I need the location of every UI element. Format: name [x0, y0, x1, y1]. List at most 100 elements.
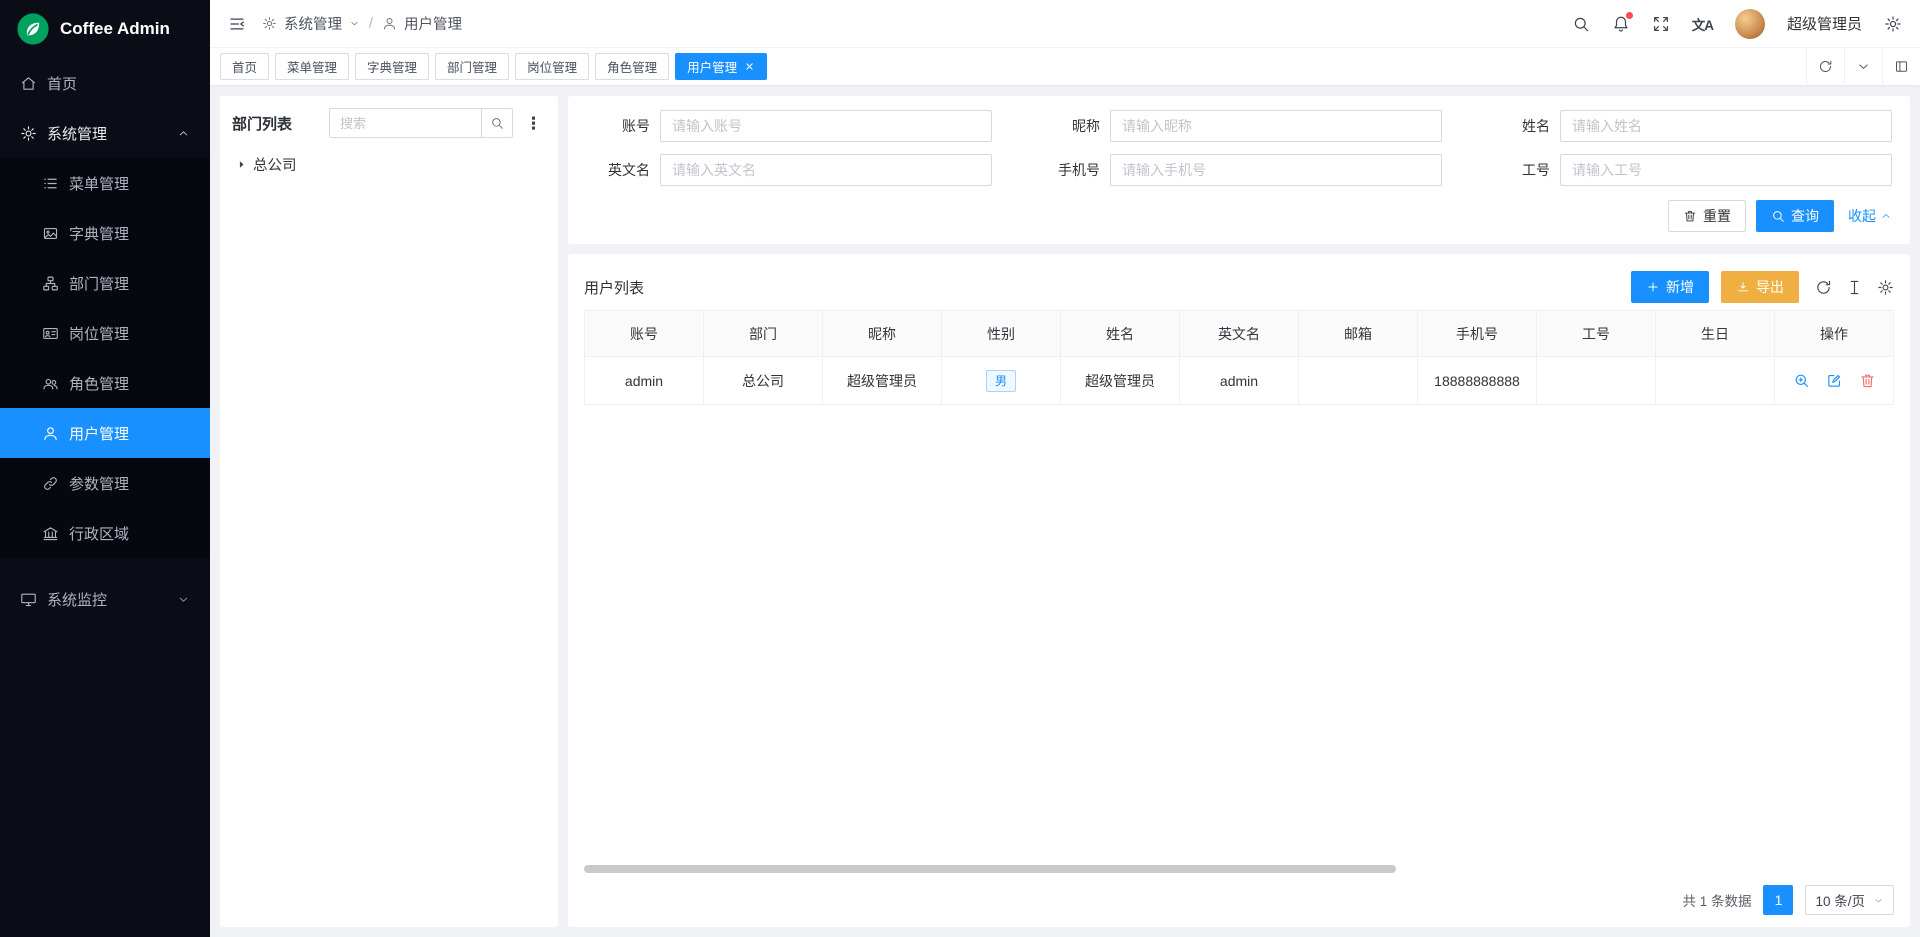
horizontal-scrollbar[interactable] [584, 865, 1396, 873]
chevron-down-icon[interactable] [349, 18, 360, 29]
link-icon [42, 475, 59, 492]
field-job-no: 工号 [1486, 154, 1892, 186]
sidebar-item-region[interactable]: 行政区域 [0, 508, 210, 558]
field-nickname: 昵称 [1036, 110, 1442, 142]
sidebar-item-dept-mgmt[interactable]: 部门管理 [0, 258, 210, 308]
sidebar-item-param-mgmt[interactable]: 参数管理 [0, 458, 210, 508]
tab-dropdown-chevron-icon[interactable] [1844, 48, 1882, 85]
tab-bar: 首页 菜单管理 字典管理 部门管理 岗位管理 角色管理 用户管理 [210, 48, 1920, 86]
fullscreen-icon[interactable] [1652, 15, 1670, 33]
tab-dept-mgmt[interactable]: 部门管理 [435, 53, 509, 80]
field-phone: 手机号 [1036, 154, 1442, 186]
app-logo: Coffee Admin [0, 0, 210, 58]
notification-bell-icon[interactable] [1612, 15, 1630, 33]
export-icon [1736, 280, 1750, 294]
tab-post-mgmt[interactable]: 岗位管理 [515, 53, 589, 80]
tab-menu-mgmt[interactable]: 菜单管理 [275, 53, 349, 80]
current-user-name[interactable]: 超级管理员 [1787, 13, 1862, 34]
tab-user-mgmt[interactable]: 用户管理 [675, 53, 767, 80]
more-dots-icon[interactable]: ⋮ [521, 115, 546, 132]
filter-actions: 重置 查询 收起 [586, 200, 1892, 232]
export-button[interactable]: 导出 [1721, 271, 1799, 303]
page-size-select[interactable]: 10 条/页 [1805, 885, 1894, 915]
sidebar-item-post-mgmt[interactable]: 岗位管理 [0, 308, 210, 358]
sidebar-item-home[interactable]: 首页 [0, 58, 210, 108]
sidebar-item-user-mgmt[interactable]: 用户管理 [0, 408, 210, 458]
collapse-filter-button[interactable]: 收起 [1848, 206, 1892, 226]
col-email: 邮箱 [1299, 311, 1418, 357]
caret-right-icon [236, 159, 247, 170]
cell-email [1299, 357, 1418, 405]
tree-node-root[interactable]: 总公司 [232, 152, 546, 177]
edit-icon[interactable] [1826, 372, 1843, 389]
gear-icon [20, 125, 37, 142]
cell-gender: 男 [942, 357, 1061, 405]
chevron-down-icon [1873, 895, 1884, 906]
name-input[interactable] [1560, 110, 1892, 142]
translate-icon[interactable]: 文A [1692, 14, 1713, 34]
tree-node-label: 总公司 [253, 154, 297, 175]
col-gender: 性别 [942, 311, 1061, 357]
sidebar-submenu-system: 菜单管理 字典管理 部门管理 岗位管理 角色管理 用户管理 [0, 158, 210, 558]
job-no-input[interactable] [1560, 154, 1892, 186]
delete-icon[interactable] [1859, 372, 1876, 389]
sidebar-group-monitor[interactable]: 系统监控 [0, 574, 210, 624]
phone-input[interactable] [1110, 154, 1442, 186]
cell-en-name: admin [1180, 357, 1299, 405]
cell-phone: 18888888888 [1418, 357, 1537, 405]
department-panel: 部门列表 ⋮ 总公司 [220, 96, 558, 927]
breadcrumb-separator: / [367, 16, 375, 32]
search-icon [490, 116, 504, 130]
tab-refresh-icon[interactable] [1806, 48, 1844, 85]
col-job-no: 工号 [1537, 311, 1656, 357]
page-number-button[interactable]: 1 [1763, 885, 1793, 915]
close-icon[interactable] [744, 61, 755, 72]
sitemap-icon [42, 275, 59, 292]
image-icon [42, 225, 59, 242]
reset-button[interactable]: 重置 [1668, 200, 1746, 232]
department-panel-header: 部门列表 ⋮ [232, 108, 546, 138]
col-dept: 部门 [704, 311, 823, 357]
avatar[interactable] [1735, 9, 1765, 39]
view-icon[interactable] [1793, 372, 1810, 389]
column-settings-gear-icon[interactable] [1877, 279, 1894, 296]
nickname-input[interactable] [1110, 110, 1442, 142]
chevron-down-icon [177, 593, 190, 606]
tab-home[interactable]: 首页 [220, 53, 269, 80]
tab-tools [1806, 48, 1920, 85]
en-name-input[interactable] [660, 154, 992, 186]
user-icon [42, 425, 59, 442]
row-height-icon[interactable] [1846, 279, 1863, 296]
cell-dept: 总公司 [704, 357, 823, 405]
settings-gear-icon[interactable] [1884, 15, 1902, 33]
col-phone: 手机号 [1418, 311, 1537, 357]
breadcrumb-section[interactable]: 系统管理 [284, 13, 342, 34]
header-toolbar: 文A 超级管理员 [1572, 9, 1902, 39]
cell-nickname: 超级管理员 [823, 357, 942, 405]
breadcrumb-page: 用户管理 [404, 13, 462, 34]
tab-layout-icon[interactable] [1882, 48, 1920, 85]
main-area: 系统管理 / 用户管理 文A 超级管理员 首页 菜 [210, 0, 1920, 937]
sidebar-item-dict-mgmt[interactable]: 字典管理 [0, 208, 210, 258]
user-icon [382, 16, 397, 31]
refresh-icon[interactable] [1815, 279, 1832, 296]
table-tools [1815, 279, 1894, 296]
home-icon [20, 75, 37, 92]
page-content: 部门列表 ⋮ 总公司 [210, 86, 1920, 937]
menu-fold-icon[interactable] [228, 15, 246, 33]
add-user-button[interactable]: 新增 [1631, 271, 1709, 303]
tab-role-mgmt[interactable]: 角色管理 [595, 53, 669, 80]
monitor-icon [20, 591, 37, 608]
top-header: 系统管理 / 用户管理 文A 超级管理员 [210, 0, 1920, 48]
search-button[interactable]: 查询 [1756, 200, 1834, 232]
sidebar-group-system[interactable]: 系统管理 [0, 108, 210, 158]
sidebar-item-menu-mgmt[interactable]: 菜单管理 [0, 158, 210, 208]
search-icon [1771, 209, 1785, 223]
sidebar-item-role-mgmt[interactable]: 角色管理 [0, 358, 210, 408]
department-search-button[interactable] [481, 108, 513, 138]
account-input[interactable] [660, 110, 992, 142]
tab-dict-mgmt[interactable]: 字典管理 [355, 53, 429, 80]
col-operations: 操作 [1775, 311, 1894, 357]
department-search-input[interactable] [329, 108, 481, 138]
search-icon[interactable] [1572, 15, 1590, 33]
